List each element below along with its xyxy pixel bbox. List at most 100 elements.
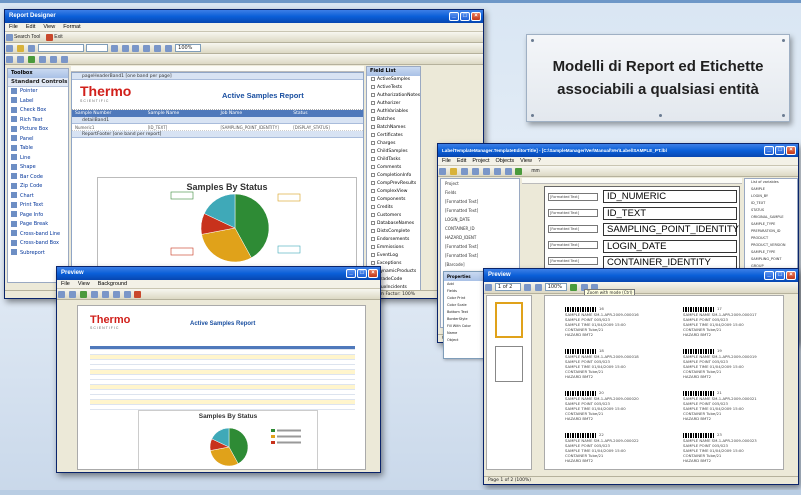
expand-icon[interactable] — [371, 204, 375, 209]
paste-icon[interactable] — [504, 168, 512, 175]
exit-icon[interactable] — [46, 34, 54, 41]
col-sample-name[interactable]: Sample Name — [145, 110, 218, 117]
save-icon[interactable] — [27, 45, 35, 52]
property-item[interactable]: Add — [444, 281, 486, 288]
label-field[interactable]: ID_NUMERIC — [603, 190, 737, 203]
zoom-icon[interactable] — [569, 284, 577, 291]
label-object-item[interactable]: Project — [441, 179, 519, 188]
detail-cell[interactable]: [SAMPLING_POINT_IDENTITY] — [218, 124, 291, 130]
label-object-item[interactable]: Fields — [441, 188, 519, 197]
save-icon[interactable] — [460, 168, 468, 175]
exit-label[interactable]: Exit — [54, 34, 62, 40]
first-page-icon[interactable] — [101, 291, 109, 298]
variable-tree-item[interactable]: SAMPLE_TYPE — [745, 249, 797, 256]
label-formatted-text[interactable]: [Formatted Text] — [548, 193, 598, 201]
font-size-select[interactable] — [85, 44, 108, 52]
expand-icon[interactable] — [371, 108, 375, 113]
expand-icon[interactable] — [371, 92, 375, 97]
expand-icon[interactable] — [371, 76, 375, 81]
toolbox-item[interactable]: Print Text — [8, 201, 68, 211]
layout-icon[interactable] — [38, 56, 46, 63]
variable-tree-item[interactable]: SAMPLE — [745, 186, 797, 193]
expand-icon[interactable] — [371, 260, 375, 265]
report-title[interactable]: Active Samples Report — [222, 91, 304, 100]
zoom-select[interactable]: 100% — [175, 44, 202, 52]
variable-tree-item[interactable]: PRODUCT_VERSION — [745, 242, 797, 249]
label-field[interactable]: SAMPLING_POINT_IDENTITY — [603, 223, 739, 236]
prev-page-icon[interactable] — [112, 291, 120, 298]
band-page-header[interactable]: pageHeaderBand1 [one band per page] — [72, 73, 363, 80]
field-list-item[interactable]: Batches — [367, 116, 420, 124]
expand-icon[interactable] — [371, 252, 375, 257]
menu-background[interactable]: Background — [98, 280, 127, 288]
zoom-out-icon[interactable] — [90, 291, 98, 298]
property-item[interactable]: Name — [444, 330, 486, 337]
maximize-button[interactable]: □ — [775, 271, 785, 280]
search-icon[interactable] — [6, 34, 13, 41]
field-list-item[interactable]: DatabaseNames — [367, 220, 420, 228]
menu-edit[interactable]: Edit — [26, 23, 35, 31]
property-item[interactable]: Fields — [444, 288, 486, 295]
expand-icon[interactable] — [371, 220, 375, 225]
toolbox-item[interactable]: Zip Code — [8, 182, 68, 192]
field-list-item[interactable]: AuthVariables — [367, 108, 420, 116]
expand-icon[interactable] — [371, 236, 375, 241]
label-object-item[interactable]: LOGIN_DATE — [441, 215, 519, 224]
menu-view[interactable]: View — [78, 280, 90, 288]
toolbox-item[interactable]: Chart — [8, 192, 68, 202]
expand-icon[interactable] — [371, 172, 375, 177]
next-page-icon[interactable] — [123, 291, 131, 298]
field-list-item[interactable]: AuthorizationNotes — [367, 92, 420, 100]
open-icon[interactable] — [449, 168, 457, 175]
toolbox-item[interactable]: Panel — [8, 135, 68, 145]
search-tool-label[interactable]: Search Tool — [14, 34, 40, 40]
label-field[interactable]: ID_TEXT — [603, 206, 737, 220]
variable-tree-item[interactable]: List of variables — [745, 179, 797, 186]
menu-project[interactable]: Project — [472, 157, 489, 165]
maximize-button[interactable]: □ — [357, 269, 367, 278]
expand-icon[interactable] — [371, 180, 375, 185]
expand-icon[interactable] — [371, 212, 375, 217]
zoom-select[interactable]: 100% — [544, 283, 567, 291]
field-list-item[interactable]: BatchNames — [367, 124, 420, 132]
close-button[interactable]: × — [786, 146, 796, 155]
last-page-icon[interactable] — [534, 284, 542, 291]
new-icon[interactable] — [6, 45, 13, 52]
print-icon[interactable] — [471, 168, 479, 175]
expand-icon[interactable] — [371, 164, 375, 169]
property-item[interactable]: Object — [444, 337, 486, 344]
field-list-item[interactable]: Certificates — [367, 132, 420, 140]
col-job-name[interactable]: Job Name — [218, 110, 291, 117]
field-list-item[interactable]: ActiveTests — [367, 84, 420, 92]
menu-help[interactable]: ? — [538, 157, 541, 165]
menu-view[interactable]: View — [520, 157, 532, 165]
expand-icon[interactable] — [371, 124, 375, 129]
variable-tree-item[interactable]: PRODUCT — [745, 235, 797, 242]
variable-tree-item[interactable]: SAMPLING_POINT — [745, 256, 797, 263]
property-item[interactable]: Color Scale — [444, 302, 486, 309]
expand-icon[interactable] — [371, 132, 375, 137]
toolbox-item[interactable]: Shape — [8, 163, 68, 173]
prev-page-icon[interactable] — [485, 284, 492, 291]
menu-format[interactable]: Format — [63, 23, 80, 31]
field-list-item[interactable]: EventLog — [367, 252, 420, 260]
bold-icon[interactable] — [110, 45, 118, 52]
expand-icon[interactable] — [371, 188, 375, 193]
underline-icon[interactable] — [132, 45, 140, 52]
field-list-item[interactable]: CompletionInfo — [367, 172, 420, 180]
variable-tree-item[interactable]: ORIGINAL_SAMPLE — [745, 214, 797, 221]
variable-tree-item[interactable]: LOGIN_BY — [745, 193, 797, 200]
label-formatted-text[interactable]: [Formatted Text] — [548, 257, 598, 265]
menu-file[interactable]: File — [9, 23, 18, 31]
copy-icon[interactable] — [493, 168, 501, 175]
field-list-item[interactable]: ComplexView — [367, 188, 420, 196]
minimize-button[interactable]: _ — [346, 269, 356, 278]
label-object-item[interactable]: [Formatted Text] — [441, 206, 519, 215]
page-selector[interactable]: 1 of 2 — [494, 283, 521, 291]
maximize-button[interactable]: □ — [775, 146, 785, 155]
toolbox-item[interactable]: Page Break — [8, 220, 68, 230]
detail-cell[interactable]: [DISPLAY_STATUS] — [290, 124, 363, 130]
close-button[interactable]: × — [786, 271, 796, 280]
label-object-item[interactable]: [Formatted Text] — [441, 242, 519, 251]
label-object-item[interactable]: [Formatted Text] — [441, 251, 519, 260]
